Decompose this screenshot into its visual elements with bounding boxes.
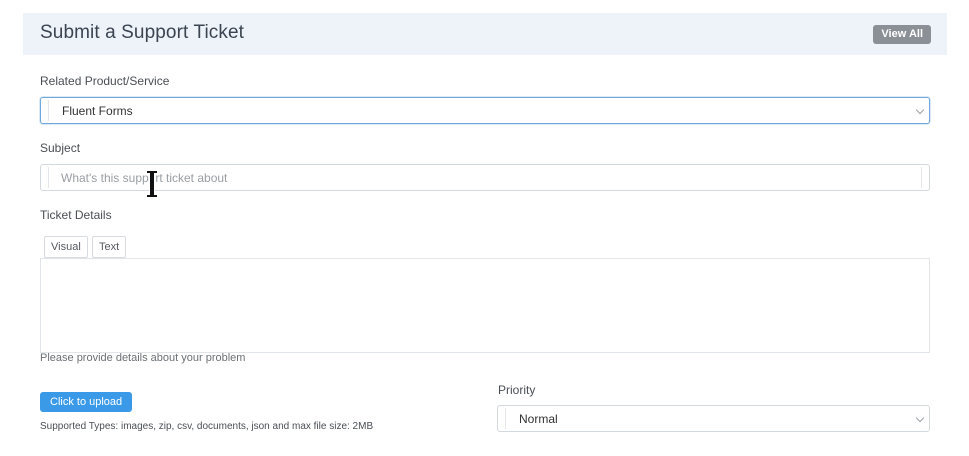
page-title: Submit a Support Ticket: [40, 22, 245, 43]
ticket-details-label: Ticket Details: [40, 208, 112, 222]
tab-text[interactable]: Text: [92, 236, 127, 258]
supported-types-text: Supported Types: images, zip, csv, docum…: [40, 421, 374, 432]
tab-visual[interactable]: Visual: [44, 236, 88, 258]
subject-input[interactable]: [61, 169, 911, 187]
page-header: Submit a Support Ticket View All: [23, 13, 947, 55]
view-all-button[interactable]: View All: [873, 25, 931, 44]
text-cursor-icon: [147, 170, 157, 198]
subject-label: Subject: [40, 141, 81, 155]
product-label: Related Product/Service: [40, 74, 170, 88]
product-select-value: Fluent Forms: [62, 104, 133, 118]
support-ticket-page: Submit a Support Ticket View All Related…: [0, 0, 969, 456]
ticket-details-editor[interactable]: [40, 258, 930, 353]
chevron-down-icon: [915, 413, 925, 423]
chevron-down-icon: [915, 105, 925, 115]
subject-field[interactable]: [40, 164, 930, 191]
product-select-divider: [48, 100, 913, 121]
priority-label: Priority: [498, 383, 536, 397]
priority-select-value: Normal: [519, 412, 558, 426]
priority-select-divider: [505, 408, 913, 429]
product-select[interactable]: Fluent Forms: [40, 97, 930, 124]
priority-select[interactable]: Normal: [497, 405, 930, 432]
details-help-text: Please provide details about your proble…: [40, 352, 246, 364]
upload-button[interactable]: Click to upload: [40, 392, 133, 412]
